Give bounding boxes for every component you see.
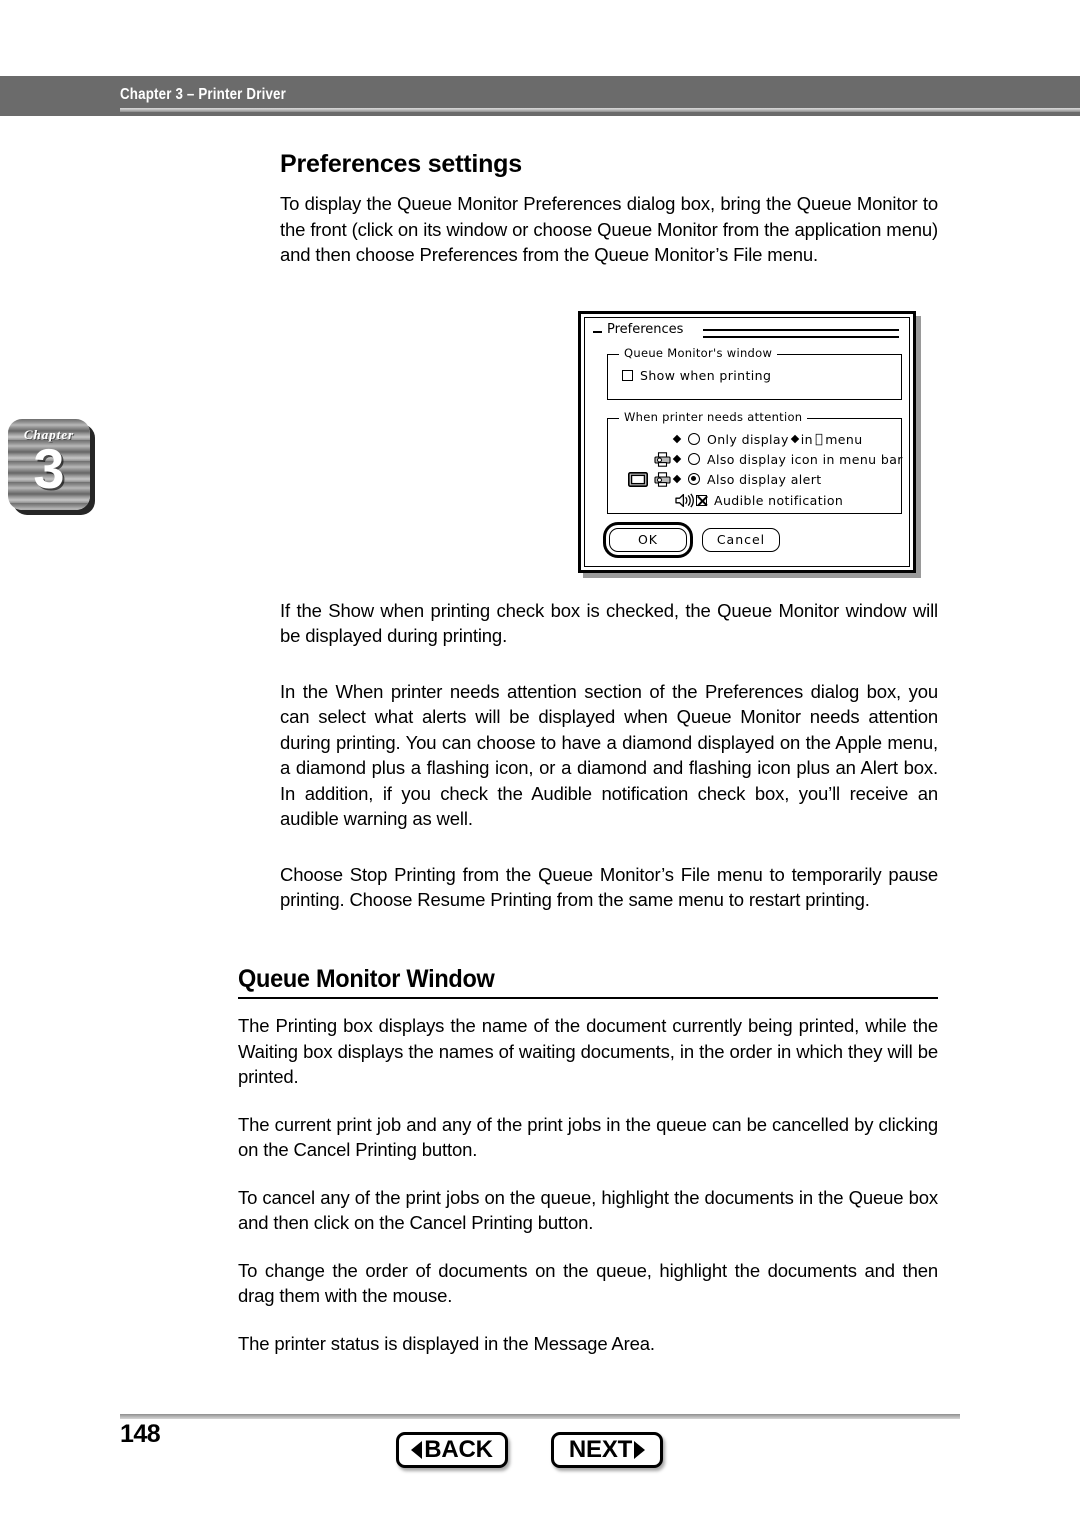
radio-icon[interactable] (688, 433, 700, 445)
group-label-when-printer-needs-attention: When printer needs attention (619, 410, 808, 424)
dialog-title-bar: Preferences (593, 322, 899, 342)
paragraph-reorder: To change the order of documents on the … (238, 1259, 938, 1307)
paragraph-cancel-jobs: The current print job and any of the pri… (238, 1113, 938, 1161)
radio-option-also-display-icon-in-menu-bar[interactable]: Also display icon in menu bar (626, 450, 903, 468)
cancel-button[interactable]: Cancel (702, 528, 780, 552)
radio-option-also-display-alert[interactable]: Also display alert (626, 470, 822, 488)
radio-label-only-display-in: in (800, 431, 813, 447)
apple-logo-icon:  (815, 433, 823, 446)
footer-rule (120, 1414, 960, 1419)
triangle-right-icon (634, 1441, 646, 1459)
diamond-icon (672, 474, 682, 484)
paragraph-status: The printer status is displayed in the M… (238, 1332, 655, 1354)
dialog-title: Preferences (607, 322, 684, 337)
radio-label-only-display-prefix: Only display (707, 431, 789, 447)
running-header-title: Chapter 3 – Printer Driver (120, 86, 286, 103)
page-subtitle-queue-monitor-window: Queue Monitor Window (238, 964, 495, 993)
ok-button[interactable]: OK (609, 528, 687, 552)
checkbox-icon[interactable] (622, 370, 633, 381)
checkbox-label-audible-notification: Audible notification (714, 492, 844, 508)
diamond-inline-icon (790, 434, 800, 444)
checkbox-audible-notification[interactable]: Audible notification (626, 491, 843, 509)
dialog-button-row: OK Cancel (605, 528, 780, 552)
speaker-icon (674, 491, 696, 509)
collapse-box-icon[interactable] (593, 331, 602, 333)
page-title: Preferences settings (280, 150, 522, 178)
diamond-icon (672, 454, 682, 464)
icon-slot-empty (626, 450, 650, 468)
radio-icon[interactable] (688, 453, 700, 465)
preferences-dialog-frame: Preferences Queue Monitor's window Show … (578, 311, 916, 573)
radio-icon[interactable] (688, 473, 700, 485)
radio-option-only-display[interactable]: Only display in  menu (626, 430, 863, 448)
dialog-title-rule (703, 329, 899, 338)
paragraph-printing-box: The Printing box displays the name of th… (238, 1015, 938, 1087)
radio-label-also-display-icon-in-menu-bar: Also display icon in menu bar (707, 451, 903, 467)
next-button[interactable]: NEXT (551, 1432, 663, 1468)
paragraph-stop-printing: Choose Stop Printing from the Queue Moni… (280, 863, 938, 911)
group-label-queue-monitor-window: Queue Monitor's window (619, 346, 778, 360)
chapter-tab-number: 3 (33, 437, 65, 500)
checkbox-show-when-printing[interactable]: Show when printing (622, 368, 771, 383)
next-button-label: NEXT (568, 1436, 633, 1463)
icon-slot-empty (650, 430, 674, 448)
radio-label-also-display-alert: Also display alert (707, 471, 822, 487)
paragraph-attention: In the When printer needs attention sect… (280, 680, 938, 830)
group-when-printer-needs-attention: When printer needs attention Only displa… (607, 410, 903, 514)
running-header-rule (120, 108, 1080, 112)
back-button[interactable]: BACK (396, 1432, 508, 1468)
paragraph-show-when-printing: If the Show when printing check box is c… (280, 599, 938, 647)
printer-icon (650, 470, 674, 488)
icon-slot-empty (650, 491, 674, 509)
group-queue-monitor-window: Queue Monitor's window Show when printin… (607, 346, 902, 400)
checkbox-icon[interactable] (696, 494, 707, 506)
preferences-dialog: Preferences Queue Monitor's window Show … (578, 311, 916, 573)
icon-slot-empty (626, 491, 650, 509)
checkbox-label-show-when-printing: Show when printing (640, 368, 772, 383)
page-number: 148 (120, 1420, 161, 1448)
radio-label-only-display-tail: menu (817, 431, 862, 447)
diamond-icon (672, 434, 682, 444)
chapter-thumb-tab: Chapter 3 (8, 419, 90, 510)
monitor-icon (626, 470, 650, 488)
paragraph-cancel-queue: To cancel any of the print jobs on the q… (238, 1186, 938, 1234)
icon-slot-empty (626, 430, 650, 448)
paragraph-intro: To display the Queue Monitor Preferences… (280, 193, 938, 265)
preferences-dialog-inner: Preferences Queue Monitor's window Show … (584, 317, 910, 567)
triangle-left-icon (411, 1441, 423, 1459)
back-button-label: BACK (424, 1436, 493, 1463)
printer-icon (650, 450, 674, 468)
